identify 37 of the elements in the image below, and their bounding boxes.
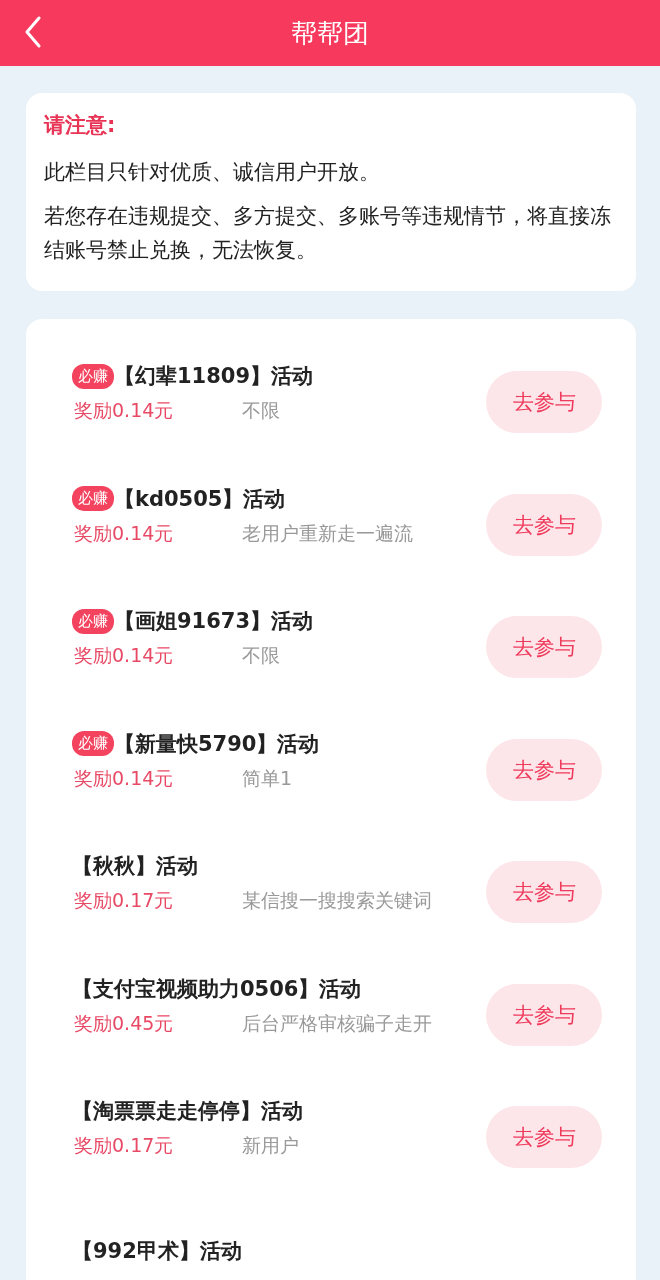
activity-title: 【新量快5790】活动	[114, 730, 320, 758]
activity-title: 【画姐91673】活动	[114, 608, 314, 636]
notice-title: 请注意:	[44, 112, 117, 139]
page-title: 帮帮团	[291, 16, 369, 50]
badge: 必赚	[72, 363, 114, 389]
badge: 必赚	[72, 731, 114, 757]
reward-text: 奖励0.45元	[74, 1010, 175, 1036]
activity-title: 【kd0505】活动	[114, 485, 286, 513]
reward-text: 奖励0.17元	[74, 1133, 175, 1159]
join-button[interactable]: 去参与	[486, 738, 602, 801]
join-button[interactable]: 去参与	[486, 371, 602, 434]
reward-text: 奖励0.14元	[74, 398, 175, 424]
reward-text: 奖励0.17元	[74, 888, 175, 914]
join-button[interactable]: 去参与	[486, 1106, 602, 1169]
activity-title: 【淘票票走走停停】活动	[72, 1098, 303, 1126]
activity-note: 新用户	[242, 1133, 299, 1159]
activity-note: 简单1	[242, 765, 293, 791]
activity-note: 某信搜一搜搜索关键词	[242, 888, 432, 914]
activity-title: 【秋秋】活动	[72, 853, 198, 881]
activity-note: 不限	[242, 643, 280, 669]
reward-text: 奖励0.14元	[74, 520, 175, 546]
activity-note: 不限	[242, 398, 280, 424]
activity-title: 【992甲术】活动	[72, 1237, 242, 1265]
notice-text: 若您存在违规提交、多方提交、多账号等违规情节，将直接冻结账号禁止兑换，无法恢复。	[44, 203, 612, 264]
activity-note: 老用户重新走一遍流	[242, 520, 413, 546]
reward-text: 奖励0.14元	[74, 765, 175, 791]
activity-title: 【幻辈11809】活动	[114, 363, 314, 391]
notice-text: 此栏目只针对优质、诚信用户开放。	[44, 159, 381, 186]
badge: 必赚	[72, 608, 114, 634]
activity-note: 后台严格审核骗子走开	[242, 1010, 432, 1036]
join-button[interactable]: 去参与	[486, 861, 602, 924]
join-button[interactable]: 去参与	[486, 616, 602, 679]
activity-title: 【支付宝视频助力0506】活动	[72, 975, 362, 1003]
badge: 必赚	[72, 486, 114, 512]
join-button[interactable]: 去参与	[486, 983, 602, 1046]
reward-text: 奖励0.14元	[74, 643, 175, 669]
join-button[interactable]: 去参与	[486, 493, 602, 556]
